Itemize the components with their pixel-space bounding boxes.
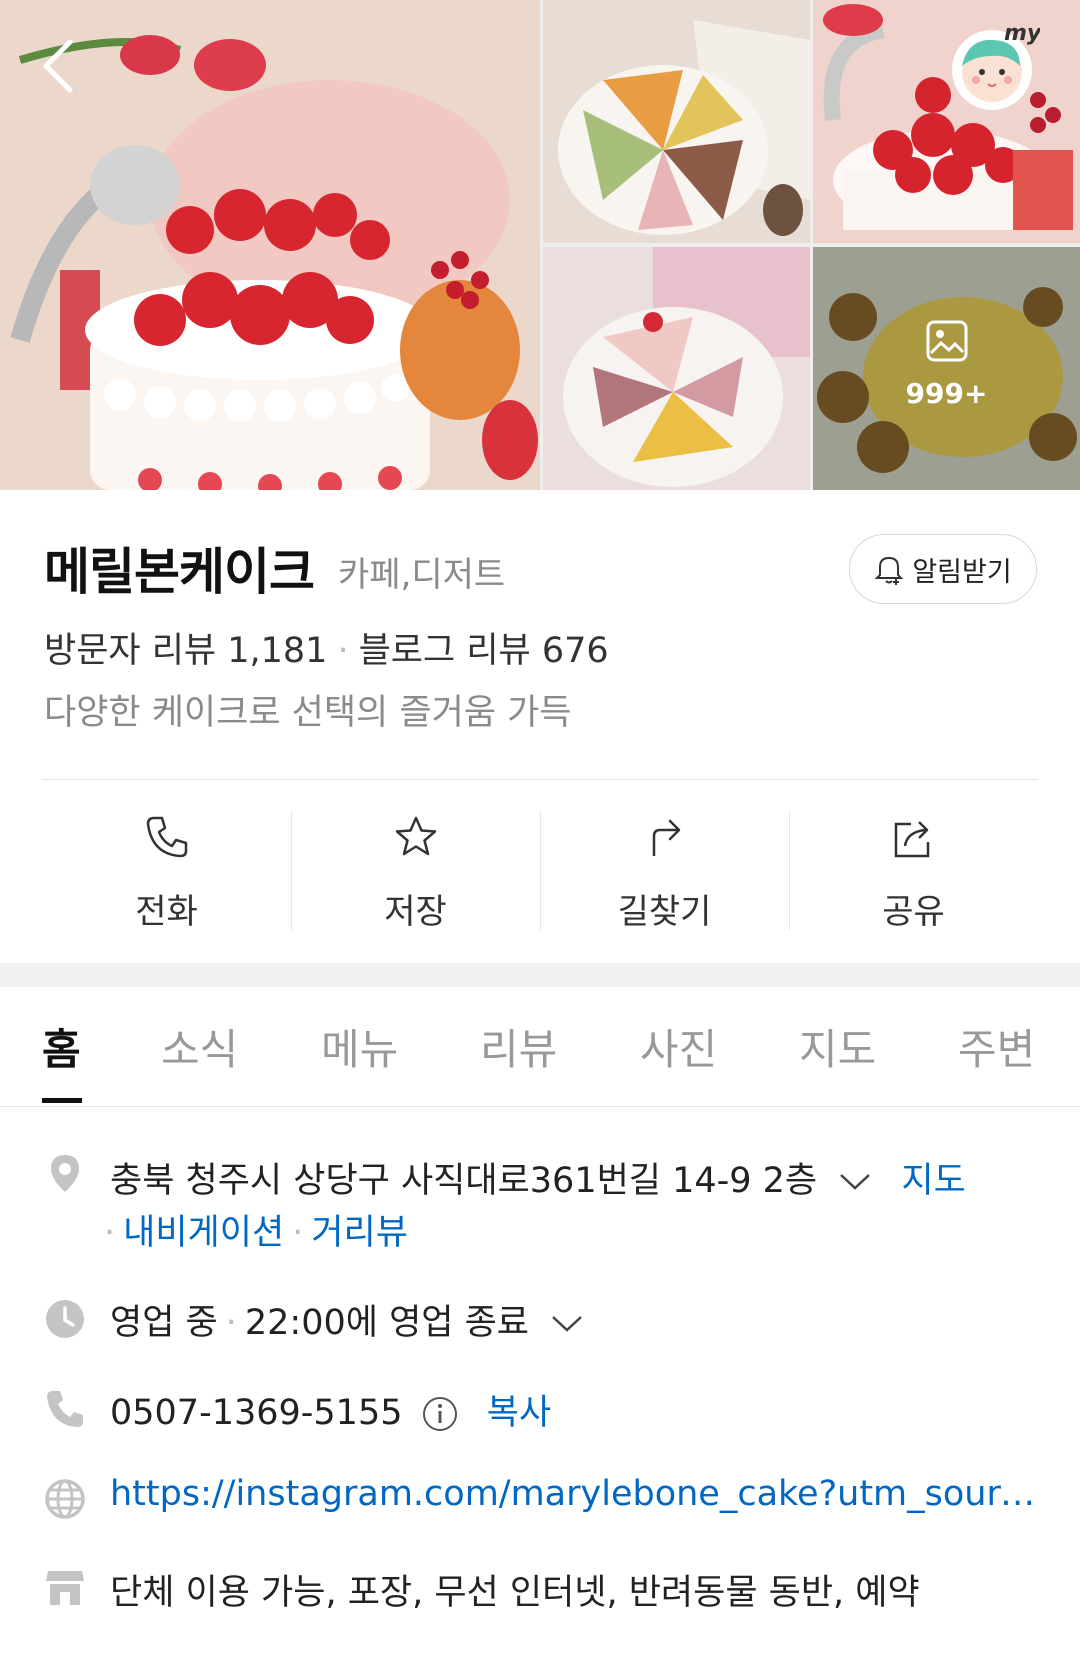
active-tab-indicator bbox=[42, 1098, 82, 1103]
info-icon[interactable] bbox=[422, 1396, 458, 1432]
tab-bar: 홈 소식 메뉴 리뷰 사진 지도 주변 bbox=[0, 1000, 1080, 1107]
svg-text:my: my bbox=[1004, 21, 1040, 46]
amenities-text: 단체 이용 가능, 포장, 무선 인터넷, 반려동물 동반, 예약 bbox=[110, 1573, 920, 1613]
more-photos-overlay bbox=[813, 247, 1080, 490]
phone-row: 0507-1369-5155 복사 bbox=[110, 1384, 551, 1435]
photo-pink-cake-slices[interactable] bbox=[543, 247, 810, 490]
map-link[interactable]: 지도 bbox=[901, 1161, 965, 1201]
bell-plus-icon bbox=[874, 556, 904, 585]
notify-button[interactable]: 알림받기 bbox=[849, 534, 1037, 604]
tab-nearby[interactable]: 주변 bbox=[958, 1016, 1035, 1077]
directions-icon bbox=[652, 819, 680, 856]
copy-button[interactable]: 복사 bbox=[487, 1393, 551, 1433]
separator-dot: · bbox=[225, 1303, 237, 1343]
globe-icon bbox=[45, 1479, 85, 1519]
place-category: 카페,디저트 bbox=[338, 555, 506, 595]
open-status: 영업 중 bbox=[110, 1303, 218, 1343]
more-photos-count: 999+ bbox=[905, 377, 988, 410]
chevron-down-icon[interactable] bbox=[838, 1172, 872, 1192]
divider bbox=[42, 779, 1038, 780]
photo-gallery: 999+ my bbox=[0, 0, 1080, 490]
share-label: 공유 bbox=[882, 892, 945, 932]
share-button[interactable]: 공유 bbox=[789, 810, 1038, 932]
phone-icon bbox=[146, 816, 187, 858]
my-profile-avatar[interactable]: my bbox=[948, 20, 1040, 112]
directions-button[interactable]: 길찾기 bbox=[540, 810, 789, 932]
tab-home[interactable]: 홈 bbox=[42, 1016, 81, 1077]
notify-label: 알림받기 bbox=[912, 556, 1012, 588]
section-separator bbox=[0, 963, 1080, 987]
back-arrow-icon[interactable] bbox=[36, 36, 92, 96]
blog-review-link[interactable]: 블로그 리뷰 676 bbox=[359, 631, 609, 671]
place-description: 다양한 케이크로 선택의 즐거움 가득 bbox=[44, 693, 572, 733]
image-icon bbox=[926, 320, 968, 362]
share-icon bbox=[894, 821, 929, 858]
separator-dot: · bbox=[104, 1213, 116, 1253]
directions-label: 길찾기 bbox=[617, 892, 712, 932]
tab-menu[interactable]: 메뉴 bbox=[321, 1016, 398, 1077]
website-link[interactable]: https://instagram.com/marylebone_cake?ut… bbox=[110, 1474, 1050, 1514]
address-row: 충북 청주시 상당구 사직대로361번길 14-9 2층 지도 bbox=[110, 1152, 966, 1203]
action-bar: 전화 저장 길찾기 공유 bbox=[42, 810, 1038, 932]
hours-row[interactable]: 영업 중 · 22:00에 영업 종료 bbox=[110, 1294, 584, 1345]
separator-dot: · bbox=[337, 631, 349, 671]
address-text: 충북 청주시 상당구 사직대로361번길 14-9 2층 bbox=[110, 1161, 818, 1201]
chevron-down-icon[interactable] bbox=[550, 1314, 584, 1334]
location-pin-icon bbox=[51, 1155, 79, 1192]
star-icon bbox=[395, 816, 436, 856]
save-label: 저장 bbox=[384, 892, 447, 932]
visitor-review-link[interactable]: 방문자 리뷰 1,181 bbox=[44, 631, 327, 671]
tab-news[interactable]: 소식 bbox=[161, 1016, 238, 1077]
closing-time: 22:00에 영업 종료 bbox=[244, 1303, 529, 1343]
clock-icon bbox=[46, 1300, 84, 1338]
call-button[interactable]: 전화 bbox=[42, 810, 291, 932]
navigation-link[interactable]: 내비게이션 bbox=[123, 1213, 284, 1253]
streetview-link[interactable]: 거리뷰 bbox=[311, 1213, 408, 1253]
store-icon bbox=[46, 1571, 84, 1605]
place-name: 메릴본케이크 bbox=[44, 543, 315, 601]
separator-dot: · bbox=[292, 1213, 304, 1253]
cake-slices-illustration bbox=[543, 0, 810, 243]
phone-icon bbox=[47, 1391, 83, 1427]
photo-more[interactable]: 999+ bbox=[813, 247, 1080, 490]
tab-reviews[interactable]: 리뷰 bbox=[480, 1016, 557, 1077]
tab-photos[interactable]: 사진 bbox=[640, 1016, 717, 1077]
pink-cake-slices-illustration bbox=[543, 247, 810, 490]
review-summary: 방문자 리뷰 1,181 · 블로그 리뷰 676 bbox=[44, 622, 609, 673]
tab-map[interactable]: 지도 bbox=[799, 1016, 876, 1077]
photo-cake-slices[interactable] bbox=[543, 0, 810, 243]
save-button[interactable]: 저장 bbox=[291, 810, 540, 932]
phone-number[interactable]: 0507-1369-5155 bbox=[110, 1393, 402, 1433]
call-label: 전화 bbox=[135, 892, 198, 932]
address-sublinks: · 내비게이션 · 거리뷰 bbox=[104, 1204, 408, 1255]
